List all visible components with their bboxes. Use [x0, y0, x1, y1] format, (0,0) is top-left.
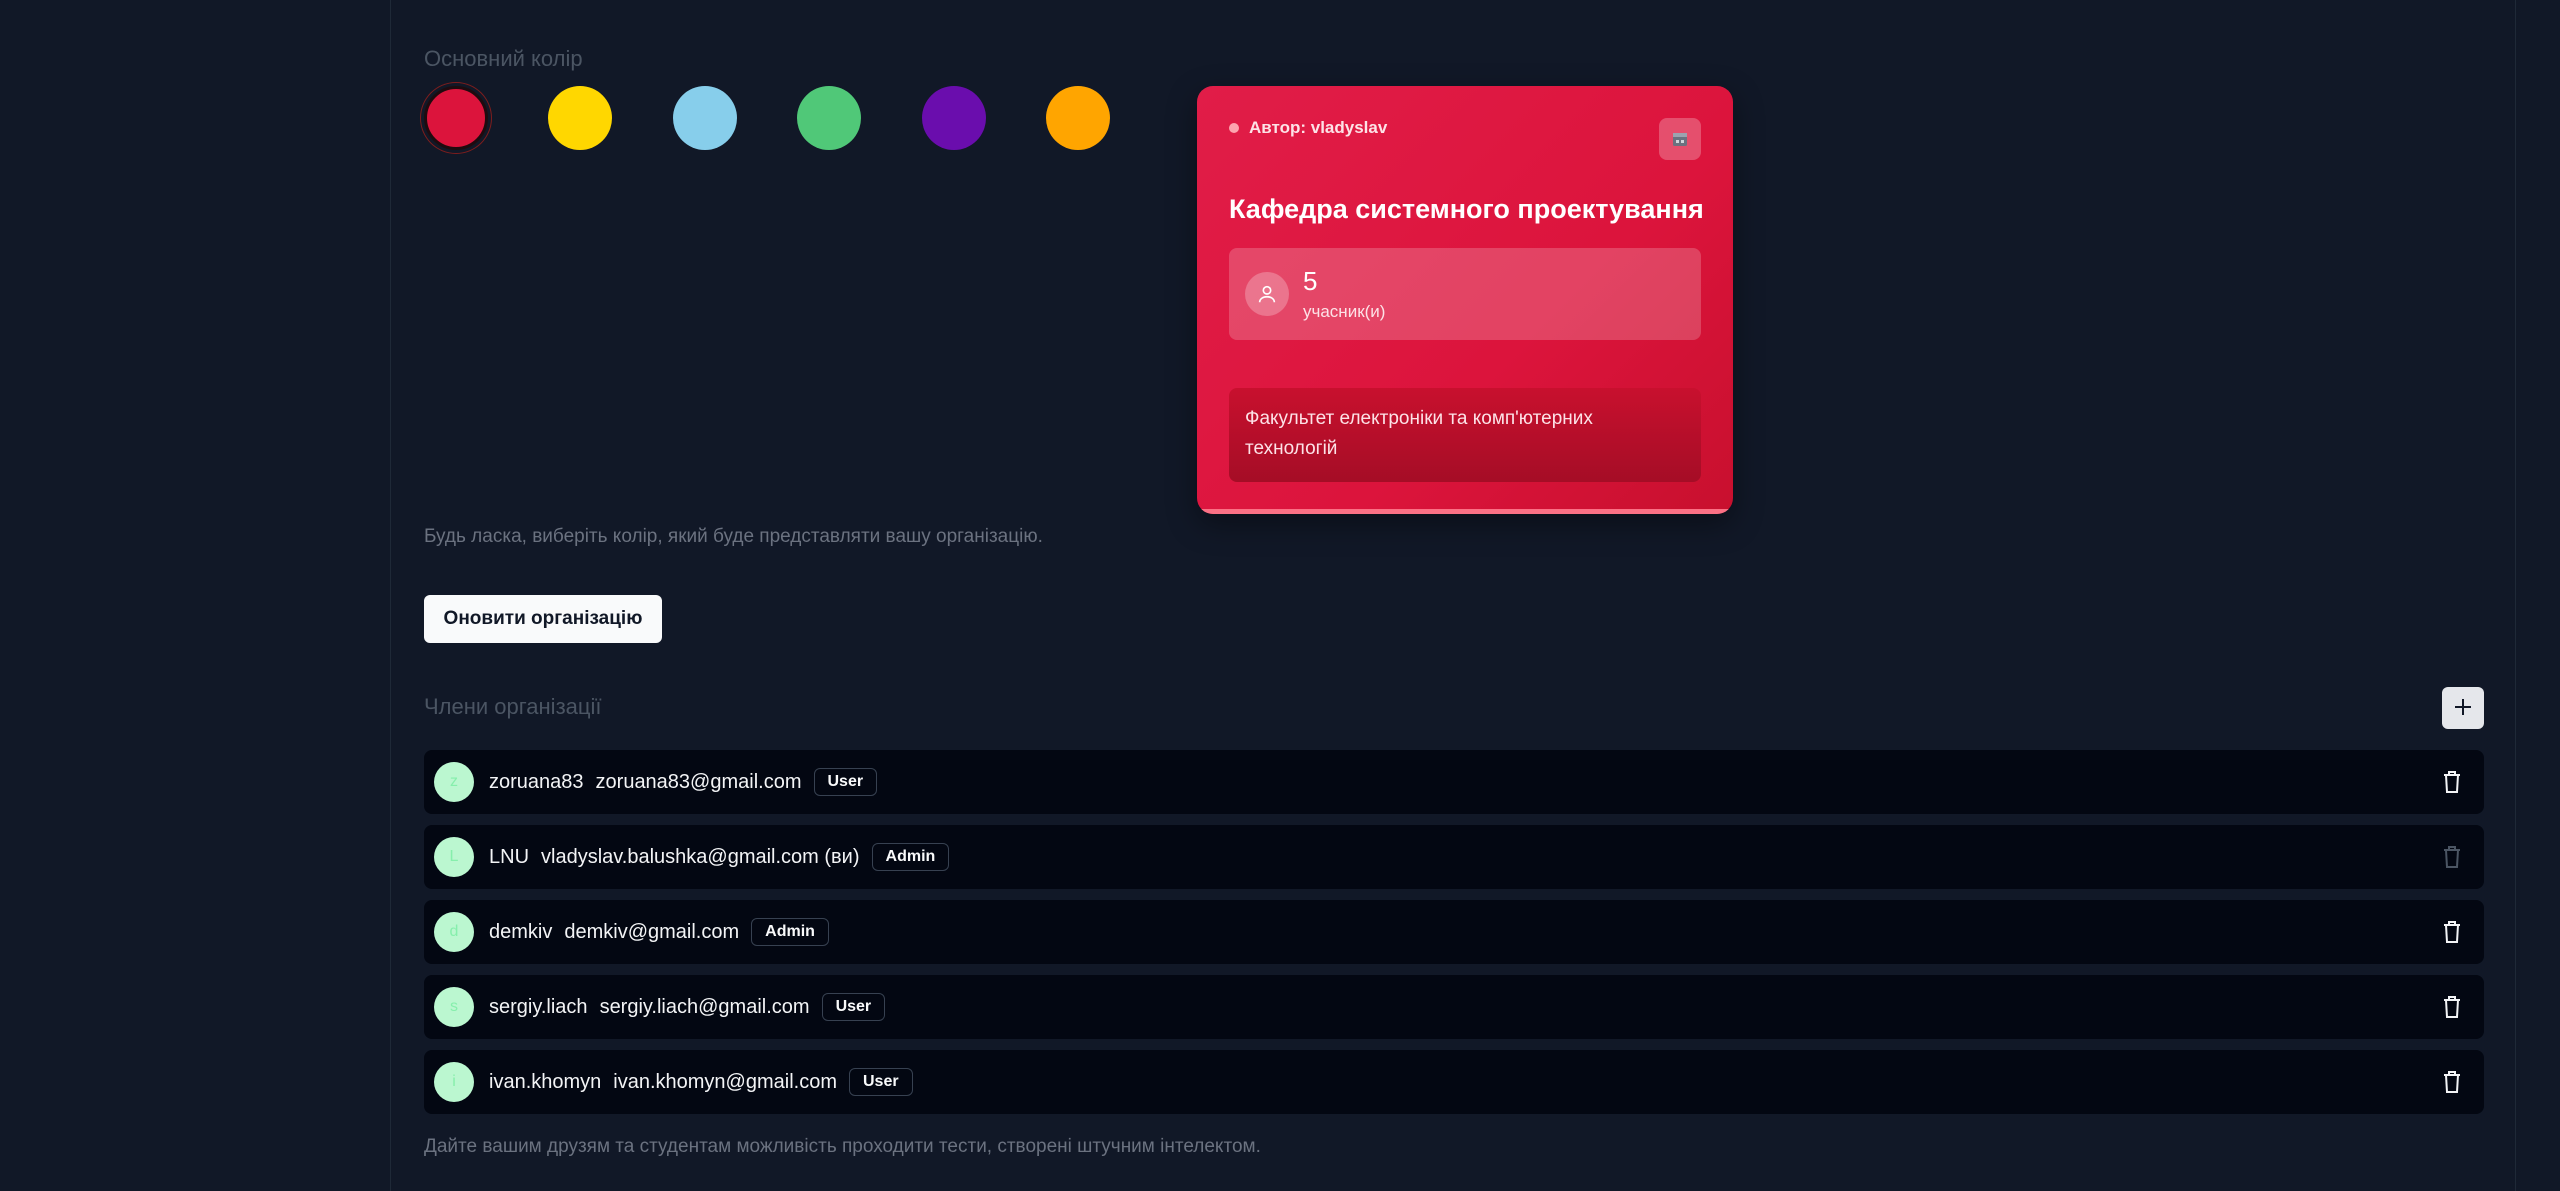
- avatar: d: [434, 912, 474, 952]
- role-badge: Admin: [871, 843, 950, 871]
- role-badge: User: [821, 993, 886, 1021]
- trash-icon: [2444, 771, 2460, 793]
- card-author-text: Автор: vladyslav: [1249, 118, 1388, 137]
- member-info: demkiv demkiv@gmail.com Admin: [489, 900, 829, 964]
- card-members-box: 5 учасник(и): [1229, 248, 1701, 340]
- color-swatch-green[interactable]: [797, 86, 861, 150]
- avatar: s: [434, 987, 474, 1027]
- trash-icon: [2444, 846, 2460, 868]
- member-info: ivan.khomyn ivan.khomyn@gmail.com User: [489, 1050, 913, 1114]
- plus-icon: [2452, 696, 2474, 721]
- member-username: ivan.khomyn: [489, 1070, 602, 1093]
- trash-icon: [2444, 921, 2460, 943]
- member-username: LNU: [489, 845, 530, 868]
- member-info: sergiy.liach sergiy.liach@gmail.com User: [489, 975, 886, 1039]
- color-swatch-red[interactable]: [424, 86, 488, 150]
- delete-member-button-disabled: [2440, 845, 2464, 869]
- add-member-button[interactable]: [2442, 687, 2484, 729]
- member-username: sergiy.liach: [489, 995, 588, 1018]
- avatar: i: [434, 1062, 474, 1102]
- member-row: s sergiy.liach sergiy.liach@gmail.com Us…: [424, 975, 2484, 1039]
- color-swatch-yellow[interactable]: [548, 86, 612, 150]
- card-faculty: Факультет електроніки та комп'ютерних те…: [1229, 388, 1701, 482]
- member-email: vladyslav.balushka@gmail.com (ви): [541, 845, 860, 868]
- update-organization-button[interactable]: Оновити організацію: [424, 595, 662, 643]
- primary-color-label: Основний колір: [424, 46, 583, 71]
- delete-member-button[interactable]: [2440, 770, 2464, 794]
- color-swatch-purple[interactable]: [922, 86, 986, 150]
- trash-icon: [2444, 1071, 2460, 1093]
- member-username: zoruana83: [489, 770, 584, 793]
- role-badge: User: [813, 768, 878, 796]
- member-info: zoruana83 zoruana83@gmail.com User: [489, 750, 878, 814]
- card-title: Кафедра системного проектування: [1229, 194, 1704, 224]
- card-author: Автор: vladyslav: [1229, 118, 1387, 138]
- color-swatch-orange[interactable]: [1046, 86, 1110, 150]
- members-label: учасник(и): [1303, 302, 1386, 321]
- member-email: demkiv@gmail.com: [564, 920, 740, 943]
- member-row: i ivan.khomyn ivan.khomyn@gmail.com User: [424, 1050, 2484, 1114]
- color-swatch-light-blue[interactable]: [673, 86, 737, 150]
- author-dot: [1229, 123, 1239, 133]
- trash-icon: [2444, 996, 2460, 1018]
- role-badge: User: [849, 1068, 913, 1096]
- delete-member-button[interactable]: [2440, 1070, 2464, 1094]
- avatar: L: [434, 837, 474, 877]
- building-icon: [1659, 118, 1701, 160]
- members-section-label: Члени організації: [424, 694, 602, 719]
- member-row: d demkiv demkiv@gmail.com Admin: [424, 900, 2484, 964]
- card-accent-bar: [1197, 509, 1733, 514]
- delete-member-button[interactable]: [2440, 920, 2464, 944]
- member-username: demkiv: [489, 920, 553, 943]
- members-count: 5: [1303, 266, 1318, 296]
- member-email: zoruana83@gmail.com: [595, 770, 802, 793]
- user-icon: [1245, 272, 1289, 316]
- organization-preview-card: Автор: vladyslav Кафедра системного прое…: [1197, 86, 1733, 514]
- role-badge: Admin: [751, 918, 829, 946]
- member-email: ivan.khomyn@gmail.com: [613, 1070, 837, 1093]
- member-row: z zoruana83 zoruana83@gmail.com User: [424, 750, 2484, 814]
- delete-member-button[interactable]: [2440, 995, 2464, 1019]
- member-info: LNU vladyslav.balushka@gmail.com (ви) Ad…: [489, 825, 950, 889]
- avatar: z: [434, 762, 474, 802]
- color-helper-text: Будь ласка, виберіть колір, який буде пр…: [424, 526, 1043, 547]
- members-footer-text: Дайте вашим друзям та студентам можливіс…: [424, 1136, 1261, 1157]
- member-row: L LNU vladyslav.balushka@gmail.com (ви) …: [424, 825, 2484, 889]
- member-email: sergiy.liach@gmail.com: [599, 995, 810, 1018]
